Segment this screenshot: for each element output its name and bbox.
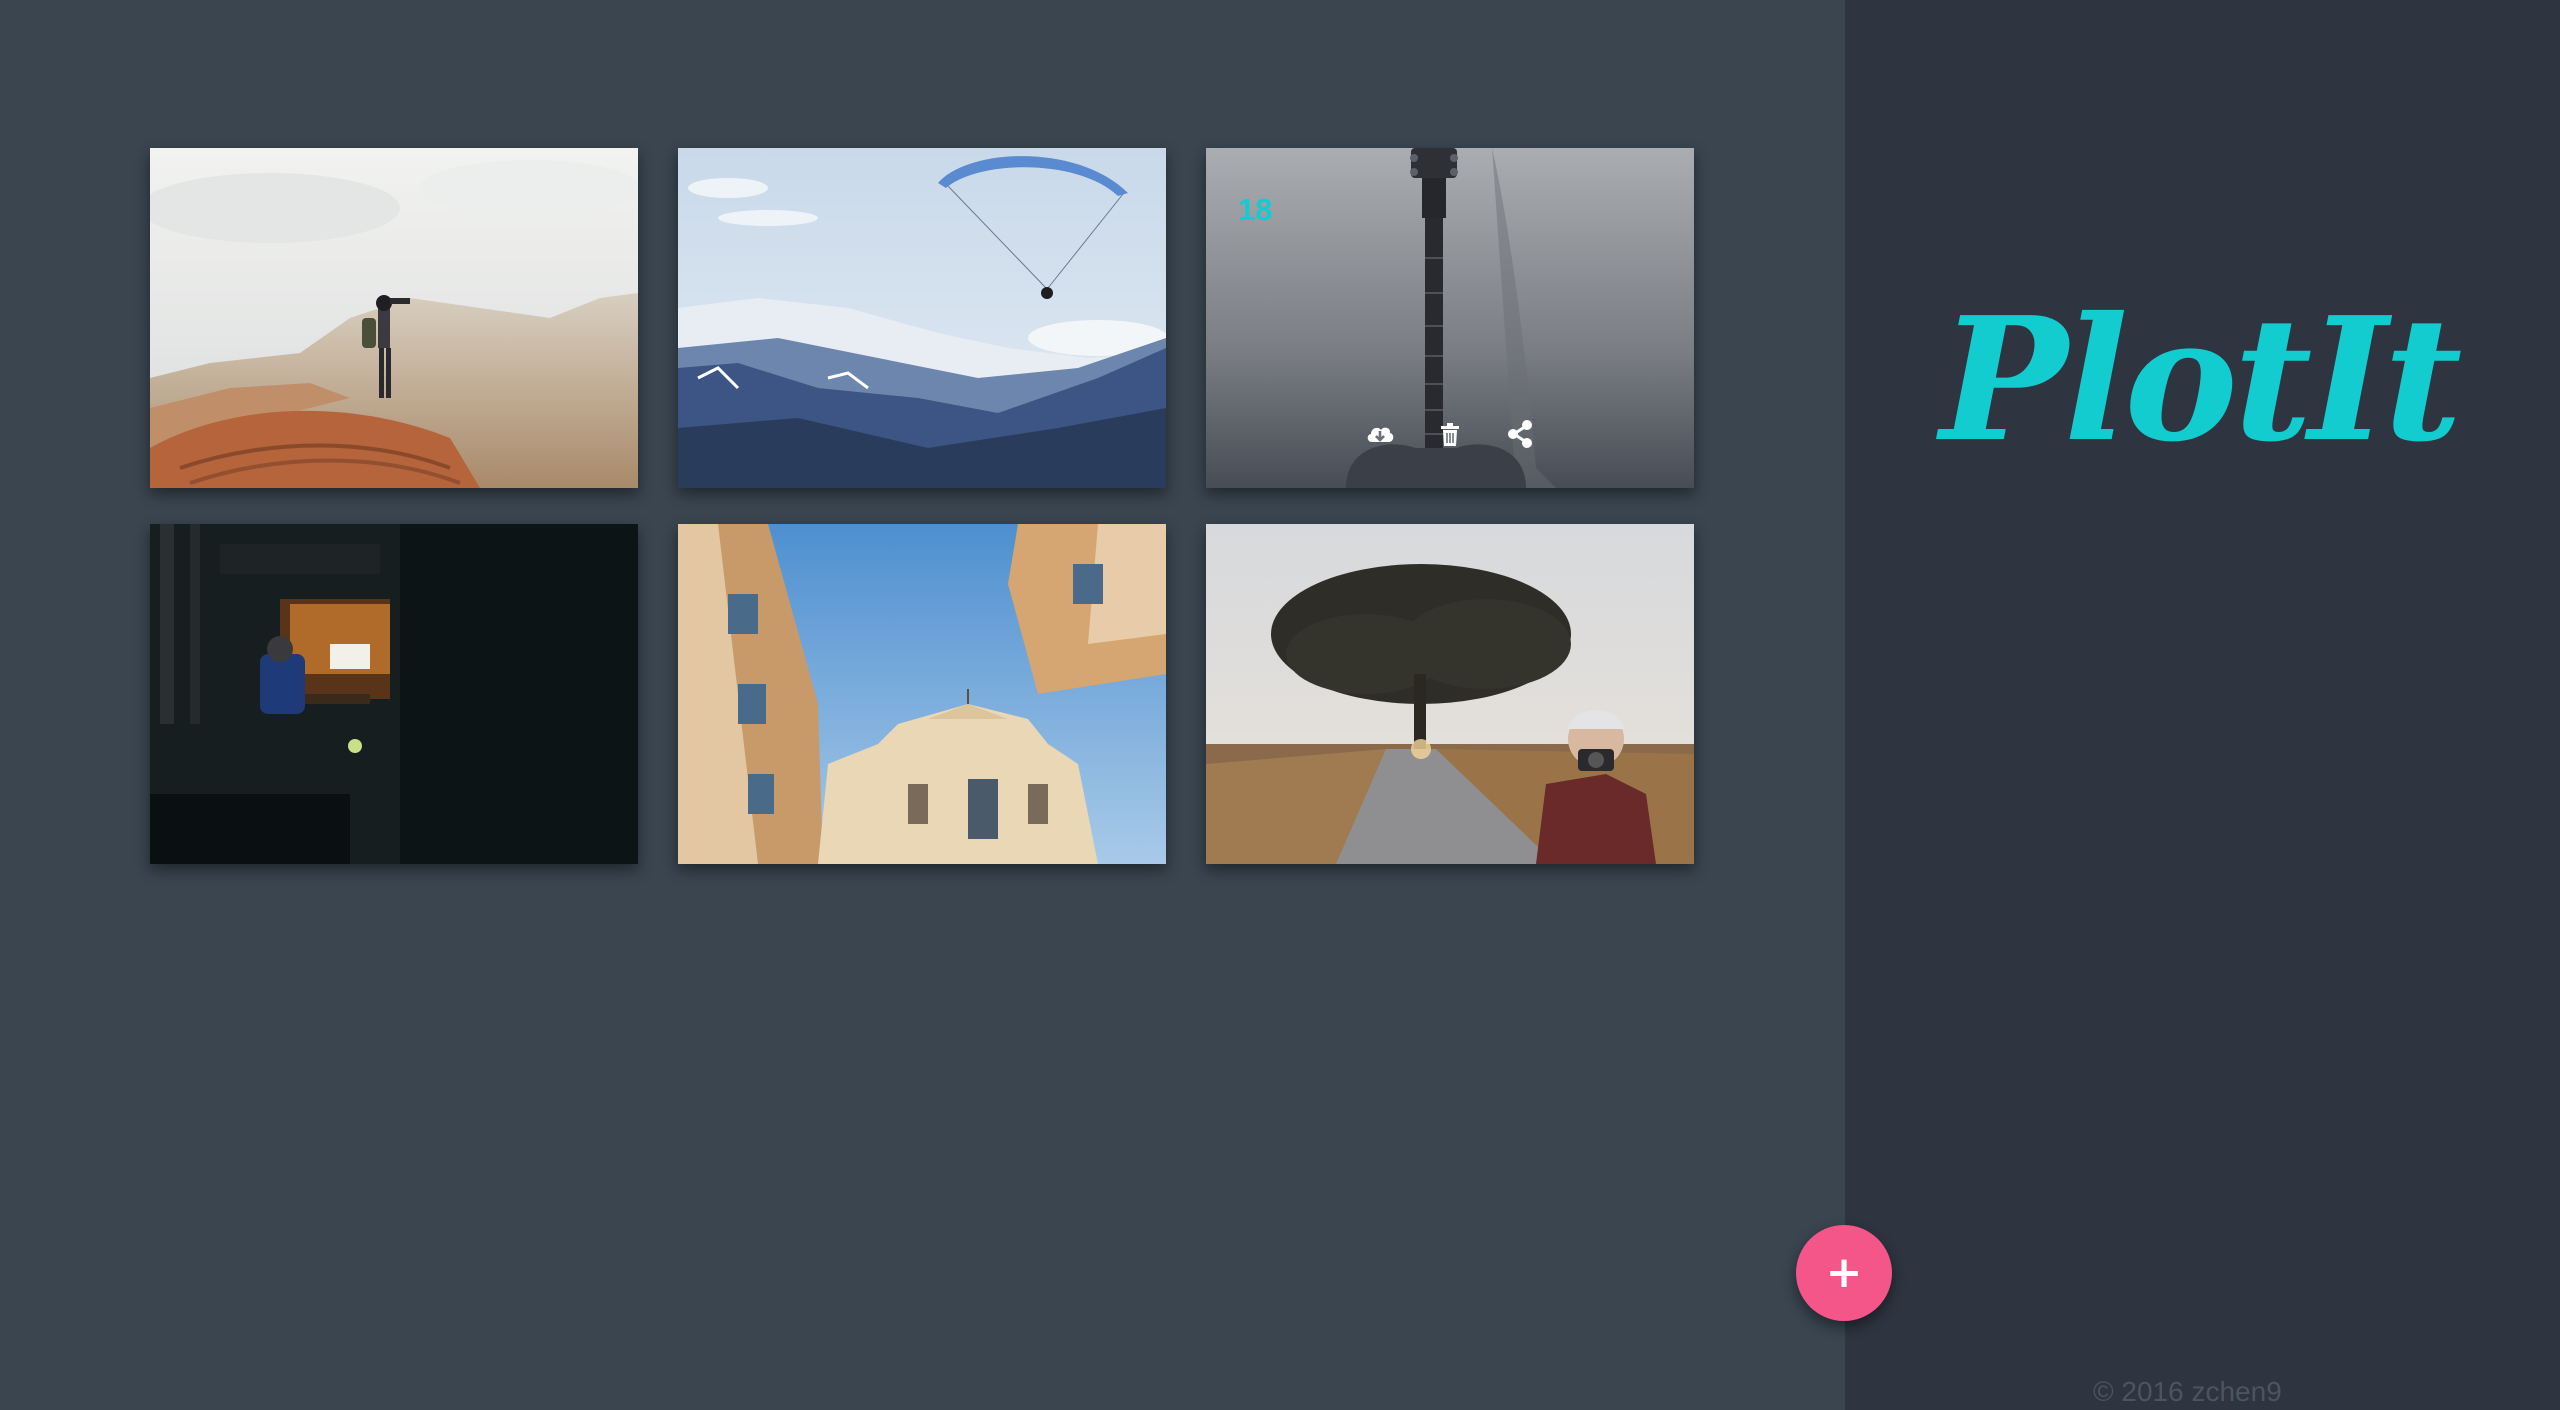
photo-hiker [150, 148, 638, 488]
plot-count: 18 [1238, 192, 1273, 227]
delete-button[interactable] [1432, 416, 1468, 452]
photo-card[interactable] [678, 148, 1166, 488]
photo-church [678, 524, 1166, 864]
app-logo[interactable]: PlotIt [1940, 280, 2462, 480]
download-button[interactable] [1362, 416, 1398, 452]
photo-tree-photographer [1206, 524, 1694, 864]
photo-card[interactable] [150, 148, 638, 488]
main-content: 18 [0, 0, 1845, 1410]
photo-card[interactable] [678, 524, 1166, 864]
share-button[interactable] [1502, 416, 1538, 452]
trash-icon [1441, 423, 1459, 446]
photo-card[interactable] [150, 524, 638, 864]
photo-organist [150, 524, 638, 864]
sidebar: PlotIt © 2016 zchen9 [1845, 0, 2560, 1410]
photo-card-active[interactable]: 18 [1206, 148, 1694, 488]
card-actions [1206, 416, 1694, 452]
add-plot-button[interactable]: + [1796, 1225, 1892, 1321]
photo-card[interactable] [1206, 524, 1694, 864]
copyright-text: © 2016 zchen9 [2093, 1376, 2282, 1407]
photo-paraglider [678, 148, 1166, 488]
share-icon [1508, 420, 1532, 448]
cloud-download-icon [1367, 427, 1394, 442]
